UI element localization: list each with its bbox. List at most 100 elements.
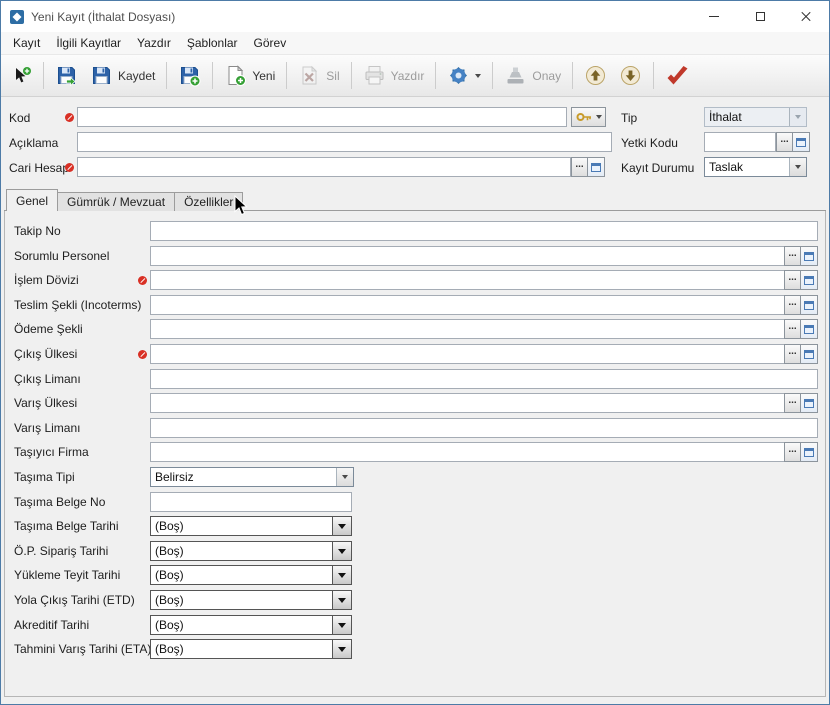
akreditif-tarihi-value: (Boş) bbox=[151, 616, 332, 634]
tasiyici-firma-input[interactable] bbox=[150, 442, 784, 462]
yola-cikis-tarihi-etd-select[interactable]: (Boş) bbox=[150, 590, 352, 610]
tip-select[interactable]: İthalat bbox=[704, 107, 807, 127]
yetki-kodu-open-button[interactable] bbox=[793, 132, 810, 152]
save-new-button[interactable] bbox=[172, 60, 207, 91]
form-row-sorumlu-personel: Sorumlu Personel ... bbox=[5, 246, 825, 267]
kayit-durumu-select[interactable]: Taslak bbox=[704, 157, 807, 177]
chevron-down-icon bbox=[332, 616, 351, 634]
titlebar: Yeni Kayıt (İthalat Dosyası) bbox=[1, 1, 829, 32]
mouse-cursor bbox=[234, 195, 248, 216]
menu-yazdir[interactable]: Yazdır bbox=[129, 33, 179, 53]
odeme-sekli-open-button[interactable] bbox=[801, 319, 818, 339]
open-record-icon bbox=[804, 399, 814, 408]
code-template-button[interactable] bbox=[571, 107, 606, 127]
toolbar: Kaydet Yeni Sil Yazdır Onay bbox=[1, 54, 829, 97]
confirm-button[interactable] bbox=[659, 61, 695, 91]
tab-gumruk-mevzuat[interactable]: Gümrük / Mevzuat bbox=[57, 192, 175, 211]
form-row-yukleme-teyit-tarihi: Yükleme Teyit Tarihi (Boş) bbox=[5, 565, 825, 586]
yetki-kodu-browse-button[interactable]: ... bbox=[776, 132, 793, 152]
maximize-button[interactable] bbox=[737, 1, 783, 32]
teslim-sekli-browse-button[interactable]: ... bbox=[784, 295, 801, 315]
form-row-islem-dovizi: İşlem Dövizi ... bbox=[5, 270, 825, 291]
varis-ulkesi-open-button[interactable] bbox=[801, 393, 818, 413]
tip-label: Tip bbox=[621, 111, 637, 125]
tahmini-varis-tarihi-eta-select[interactable]: (Boş) bbox=[150, 639, 352, 659]
open-record-icon bbox=[804, 325, 814, 334]
varis-limani-input[interactable] bbox=[150, 418, 818, 438]
menu-kayit[interactable]: Kayıt bbox=[5, 33, 48, 53]
sorumlu-personel-browse-button[interactable]: ... bbox=[784, 246, 801, 266]
tasiyici-firma-browse-button[interactable]: ... bbox=[784, 442, 801, 462]
nav-down-button[interactable] bbox=[613, 60, 648, 91]
close-icon bbox=[800, 11, 812, 23]
menu-gorev[interactable]: Görev bbox=[246, 33, 295, 53]
save-continue-button[interactable] bbox=[49, 60, 84, 91]
new-button[interactable]: Yeni bbox=[218, 60, 281, 91]
record-header-form: Kod Tip İthalat Açıklama Yetki Kodu ... … bbox=[1, 97, 829, 189]
sorumlu-personel-open-button[interactable] bbox=[801, 246, 818, 266]
odeme-sekli-lookup: ... bbox=[150, 319, 818, 339]
cikis-ulkesi-input[interactable] bbox=[150, 344, 784, 364]
varis-ulkesi-input[interactable] bbox=[150, 393, 784, 413]
menu-ilgili-kayitlar[interactable]: İlgili Kayıtlar bbox=[48, 33, 129, 53]
islem-dovizi-input[interactable] bbox=[150, 270, 784, 290]
teslim-sekli-open-button[interactable] bbox=[801, 295, 818, 315]
teslim-sekli-lookup: ... bbox=[150, 295, 818, 315]
varis-limani-label: Varış Limanı bbox=[14, 421, 80, 435]
menu-sablonlar[interactable]: Şablonlar bbox=[179, 33, 246, 53]
open-record-icon bbox=[804, 252, 814, 261]
tasiyici-firma-open-button[interactable] bbox=[801, 442, 818, 462]
form-row-tahmini-varis-tarihi-eta: Tahmini Varış Tarihi (ETA) (Boş) bbox=[5, 639, 825, 660]
print-button[interactable]: Yazdır bbox=[357, 60, 431, 91]
kod-input[interactable] bbox=[77, 107, 567, 127]
op-siparis-tarihi-label: Ö.P. Sipariş Tarihi bbox=[14, 544, 108, 558]
tasima-belge-tarihi-select[interactable]: (Boş) bbox=[150, 516, 352, 536]
tab-genel[interactable]: Genel bbox=[6, 189, 58, 211]
cari-hesap-browse-button[interactable]: ... bbox=[571, 157, 588, 177]
varis-ulkesi-browse-button[interactable]: ... bbox=[784, 393, 801, 413]
tasima-belge-no-input[interactable] bbox=[150, 492, 352, 512]
islem-dovizi-browse-button[interactable]: ... bbox=[784, 270, 801, 290]
akreditif-tarihi-select[interactable]: (Boş) bbox=[150, 615, 352, 635]
varis-ulkesi-lookup: ... bbox=[150, 393, 818, 413]
form-row-tasima-tipi: Taşıma Tipi Belirsiz bbox=[5, 467, 825, 488]
yukleme-teyit-tarihi-select[interactable]: (Boş) bbox=[150, 565, 352, 585]
cikis-limani-input[interactable] bbox=[150, 369, 818, 389]
kayit-durumu-label: Kayıt Durumu bbox=[621, 161, 694, 175]
cikis-ulkesi-browse-button[interactable]: ... bbox=[784, 344, 801, 364]
aciklama-input[interactable] bbox=[77, 132, 612, 152]
save-button-label: Kaydet bbox=[118, 69, 155, 83]
insert-record-button[interactable] bbox=[6, 62, 38, 90]
open-record-icon bbox=[804, 350, 814, 359]
kod-label: Kod bbox=[9, 111, 30, 125]
close-button[interactable] bbox=[783, 1, 829, 32]
tasima-tipi-select[interactable]: Belirsiz bbox=[150, 467, 354, 487]
teslim-sekli-input[interactable] bbox=[150, 295, 784, 315]
sorumlu-personel-input[interactable] bbox=[150, 246, 784, 266]
toolbar-separator bbox=[43, 62, 44, 89]
cari-hesap-input[interactable] bbox=[77, 157, 571, 177]
maximize-icon bbox=[756, 12, 765, 21]
tip-value: İthalat bbox=[705, 110, 789, 124]
op-siparis-tarihi-select[interactable]: (Boş) bbox=[150, 541, 352, 561]
tasima-belge-no-label: Taşıma Belge No bbox=[14, 495, 105, 509]
approve-button-label: Onay bbox=[532, 69, 561, 83]
form-row-takip-no: Takip No bbox=[5, 221, 825, 242]
save-button[interactable]: Kaydet bbox=[84, 60, 161, 91]
islem-dovizi-open-button[interactable] bbox=[801, 270, 818, 290]
cikis-ulkesi-open-button[interactable] bbox=[801, 344, 818, 364]
takip-no-input[interactable] bbox=[150, 221, 818, 241]
tab-ozellikler[interactable]: Özellikler bbox=[174, 192, 243, 211]
nav-down-icon bbox=[619, 64, 642, 87]
odeme-sekli-input[interactable] bbox=[150, 319, 784, 339]
yetki-kodu-input[interactable] bbox=[704, 132, 776, 152]
approve-button[interactable]: Onay bbox=[498, 60, 567, 91]
minimize-button[interactable] bbox=[691, 1, 737, 32]
nav-up-button[interactable] bbox=[578, 60, 613, 91]
settings-button[interactable] bbox=[441, 60, 487, 91]
cari-hesap-open-button[interactable] bbox=[588, 157, 605, 177]
app-icon bbox=[9, 9, 25, 25]
delete-button[interactable]: Sil bbox=[292, 60, 345, 91]
odeme-sekli-browse-button[interactable]: ... bbox=[784, 319, 801, 339]
open-record-icon bbox=[804, 301, 814, 310]
